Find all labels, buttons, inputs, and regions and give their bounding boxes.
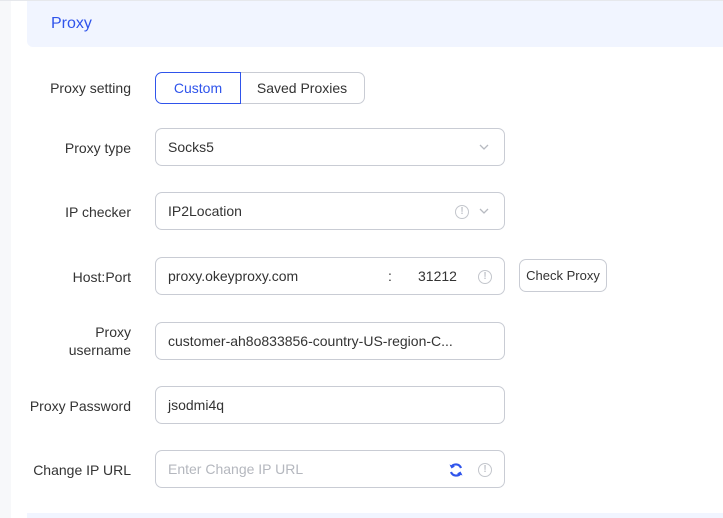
proxy-type-select[interactable]: Socks5 <box>155 128 505 166</box>
proxy-username-label: Proxy username <box>0 323 131 359</box>
check-proxy-button[interactable]: Check Proxy <box>519 259 607 292</box>
proxy-username-input[interactable]: customer-ah8o833856-country-US-region-C.… <box>155 322 505 360</box>
host-input[interactable]: proxy.okeyproxy.com <box>168 268 298 284</box>
proxy-username-label-line1: Proxy <box>95 324 131 340</box>
custom-tab[interactable]: Custom <box>155 72 241 104</box>
info-icon[interactable]: ! <box>455 205 469 219</box>
change-ip-url-label: Change IP URL <box>33 462 131 478</box>
proxy-username-value: customer-ah8o833856-country-US-region-C.… <box>168 333 453 349</box>
ip-checker-select[interactable]: IP2Location ! <box>155 192 505 230</box>
proxy-password-value: jsodmi4q <box>168 397 225 413</box>
host-port-separator: : <box>388 268 392 284</box>
saved-proxies-tab[interactable]: Saved Proxies <box>240 72 365 104</box>
proxy-username-label-line2: username <box>68 342 131 358</box>
section-title: Proxy <box>51 15 92 32</box>
info-icon[interactable]: ! <box>478 270 492 284</box>
port-input[interactable]: 31212 <box>418 268 457 284</box>
host-port-label: Host:Port <box>72 269 131 285</box>
proxy-password-input[interactable]: jsodmi4q <box>155 386 505 424</box>
proxy-type-label: Proxy type <box>64 140 131 156</box>
chevron-down-icon <box>478 205 490 217</box>
host-port-field[interactable]: proxy.okeyproxy.com : 31212 ! <box>155 257 505 295</box>
ip-checker-value: IP2Location <box>168 203 242 219</box>
proxy-type-value: Socks5 <box>168 139 214 155</box>
refresh-icon[interactable] <box>448 462 464 478</box>
proxy-password-label: Proxy Password <box>29 398 131 414</box>
proxy-setting-label: Proxy setting <box>50 80 131 96</box>
next-section-header <box>27 513 723 518</box>
info-icon[interactable]: ! <box>478 463 492 477</box>
section-header: Proxy <box>27 1 723 47</box>
change-ip-url-input[interactable]: Enter Change IP URL ! <box>155 450 505 488</box>
ip-checker-label: IP checker <box>65 204 131 220</box>
change-ip-url-placeholder: Enter Change IP URL <box>168 461 304 477</box>
chevron-down-icon <box>478 141 490 153</box>
